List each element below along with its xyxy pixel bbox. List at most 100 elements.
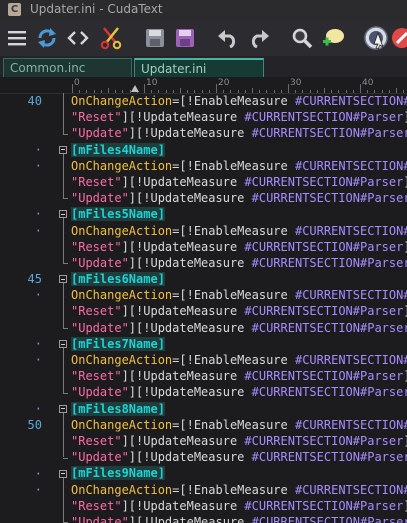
code-line[interactable]: OnChangeAction=[!EnableMeasure #CURRENTS… [68,223,407,239]
symbol-token: ][!UpdateMeasure [128,191,252,206]
code-line[interactable]: "Update"][!UpdateMeasure #CURRENTSECTION… [68,449,407,465]
code-line[interactable]: [mFiles8Name] [68,401,407,417]
save-all-button[interactable] [170,20,200,56]
variable-token: #CURRENTSECTION#P [294,223,407,238]
code-line[interactable]: "Reset"][!UpdateMeasure #CURRENTSECTION#… [68,239,407,255]
code-line[interactable]: [mFiles5Name] [68,206,407,222]
code-line[interactable]: OnChangeAction=[!EnableMeasure #CURRENTS… [68,158,407,174]
string-token: "Update" [71,514,129,523]
fold-toggle-icon[interactable] [59,469,67,478]
line-number: · [34,482,42,497]
variable-token: #CURRENTSECTION#Parser [244,304,404,319]
refresh-button[interactable] [32,20,62,56]
code-line[interactable]: [mFiles6Name] [68,271,407,287]
comment-add-button[interactable] [318,20,348,56]
line-number: 40 [27,94,42,108]
fold-toggle-icon[interactable] [59,404,67,413]
ruler-tick [288,84,289,93]
code-line[interactable]: OnChangeAction=[!EnableMeasure #CURRENTS… [68,287,407,303]
symbol-token: ][ [403,175,407,189]
find-icon [292,28,313,49]
ruler-tick [360,84,361,93]
plugin-button[interactable] [361,20,391,56]
ruler-tick [216,84,217,93]
code-line[interactable]: [mFiles7Name] [68,336,407,352]
code-line[interactable]: "Update"][!UpdateMeasure #CURRENTSECTION… [68,320,407,336]
editor[interactable]: 40 · · · · 45 · · · · 50 · · OnChangeAction=[!Enable… [0,93,407,523]
fold-line [63,348,64,393]
tab-common-inc[interactable]: Common.inc [3,58,132,77]
symbol-token: ][ [403,110,407,124]
variable-token: #CURRENTSECTION#P [294,482,407,497]
fold-toggle-icon[interactable] [59,275,67,284]
line-number: · [34,466,42,481]
code-area[interactable]: OnChangeAction=[!EnableMeasure #CURRENTS… [68,93,407,523]
ruler-tick [144,84,145,93]
line-number: 50 [27,418,42,432]
section-header: [mFiles8Name] [71,401,165,416]
code-line[interactable]: "Update"][!UpdateMeasure #CURRENTSECTION… [68,384,407,400]
line-number: · [34,142,42,157]
redo-button[interactable] [244,20,274,56]
string-token: "Update" [71,385,129,400]
cut-button[interactable] [96,20,126,56]
code-line[interactable]: "Reset"][!UpdateMeasure #CURRENTSECTION#… [68,433,407,449]
code-line[interactable]: "Reset"][!UpdateMeasure #CURRENTSECTION#… [68,498,407,514]
variable-token: #CURRENTSECTION#Parser [251,191,407,206]
tab-updater-ini[interactable]: Updater.ini [134,58,264,77]
code-line[interactable]: "Reset"][!UpdateMeasure #CURRENTSECTION#… [68,368,407,384]
symbol-token: ][!UpdateMeasure [128,255,252,270]
code-line[interactable]: OnChangeAction=[!EnableMeasure #CURRENTS… [68,352,407,368]
string-token: "Update" [71,320,129,335]
section-header: [mFiles9Name] [71,466,165,481]
code-line[interactable]: "Reset"][!UpdateMeasure #CURRENTSECTION#… [68,109,407,125]
fold-line [63,218,64,264]
variable-token: #CURRENTSECTION#P [294,94,407,108]
code-line[interactable]: OnChangeAction=[!EnableMeasure #CURRENTS… [68,417,407,433]
code-tags-icon [67,31,89,45]
fold-toggle-icon[interactable] [59,210,67,219]
line-number: · [34,288,42,303]
string-token: "Reset" [71,304,122,319]
line-number: · [34,401,42,416]
variable-token: #CURRENTSECTION#P [294,288,407,303]
section-header: [mFiles4Name] [71,142,165,157]
line-number: · [34,337,42,351]
fold-line [63,93,64,134]
symbol-token: ][ [403,434,407,448]
line-number: · [34,158,42,173]
code-line[interactable]: OnChangeAction=[!EnableMeasure #CURRENTS… [68,482,407,498]
code-line[interactable]: "Update"][!UpdateMeasure #CURRENTSECTION… [68,190,407,206]
save-button[interactable] [140,20,170,56]
redo-icon [251,30,269,48]
find-button[interactable] [287,20,317,56]
menu-button[interactable] [2,20,32,56]
code-line[interactable]: "Update"][!UpdateMeasure #CURRENTSECTION… [68,125,407,141]
keyword-token: OnChangeAction [71,353,173,367]
variable-token: #CURRENTSECTION#Parser [251,514,407,523]
string-token: "Reset" [71,239,122,254]
symbol-token: ][ [403,240,407,254]
section-header: [mFiles5Name] [71,207,165,222]
ruler: 0 10 20 30 40 [0,77,407,94]
string-token: "Update" [71,126,129,141]
code-line[interactable]: "Reset"][!UpdateMeasure #CURRENTSECTION#… [68,174,407,190]
code-line[interactable]: "Update"][!UpdateMeasure #CURRENTSECTION… [68,514,407,523]
code-tags-button[interactable] [63,20,93,56]
code-line[interactable]: [mFiles4Name] [68,142,407,158]
fold-toggle-icon[interactable] [59,145,67,154]
code-line[interactable]: "Reset"][!UpdateMeasure #CURRENTSECTION#… [68,303,407,319]
cut-icon [100,27,122,50]
gutter[interactable]: 40 · · · · 45 · · · · 50 · · [0,93,68,523]
variable-token: #CURRENTSECTION#P [294,417,407,432]
code-line[interactable]: "Update"][!UpdateMeasure #CURRENTSECTION… [68,255,407,271]
symbol-token: ][!UpdateMeasure [121,369,245,384]
string-token: "Update" [71,191,129,206]
code-line[interactable]: OnChangeAction=[!EnableMeasure #CURRENTS… [68,93,407,109]
variable-token: #CURRENTSECTION#Parser [244,369,404,384]
fold-toggle-icon[interactable] [59,340,67,348]
undo-button[interactable] [213,20,243,56]
code-line[interactable]: [mFiles9Name] [68,465,407,481]
symbol-token: ][!UpdateMeasure [128,320,252,335]
stop-button[interactable] [390,20,407,56]
